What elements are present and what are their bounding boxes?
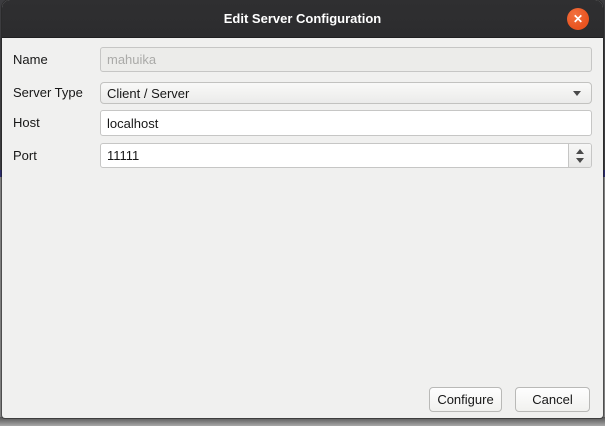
port-input[interactable]	[101, 144, 567, 167]
configure-button[interactable]: Configure	[429, 387, 502, 412]
host-input[interactable]	[100, 110, 592, 136]
name-input	[100, 47, 592, 72]
host-label: Host	[13, 110, 99, 136]
edit-server-configuration-dialog: Edit Server Configuration ✕ Name Server …	[2, 0, 603, 418]
port-label: Port	[13, 143, 99, 168]
window-title: Edit Server Configuration	[2, 0, 603, 38]
name-label: Name	[13, 47, 99, 72]
close-icon: ✕	[573, 13, 583, 25]
server-type-value: Client / Server	[101, 86, 573, 101]
cancel-button[interactable]: Cancel	[515, 387, 590, 412]
spin-up-button[interactable]	[569, 149, 591, 154]
arrow-down-icon	[576, 158, 584, 163]
titlebar[interactable]: Edit Server Configuration ✕	[2, 0, 603, 38]
arrow-up-icon	[576, 149, 584, 154]
server-type-dropdown[interactable]: Client / Server	[100, 82, 592, 104]
close-button[interactable]: ✕	[567, 8, 589, 30]
server-type-label: Server Type	[13, 82, 99, 104]
spin-down-button[interactable]	[569, 158, 591, 163]
spin-button-column	[568, 144, 591, 167]
port-spinbox	[100, 143, 592, 168]
desktop-background: Edit Server Configuration ✕ Name Server …	[0, 0, 605, 426]
chevron-down-icon	[573, 91, 581, 96]
